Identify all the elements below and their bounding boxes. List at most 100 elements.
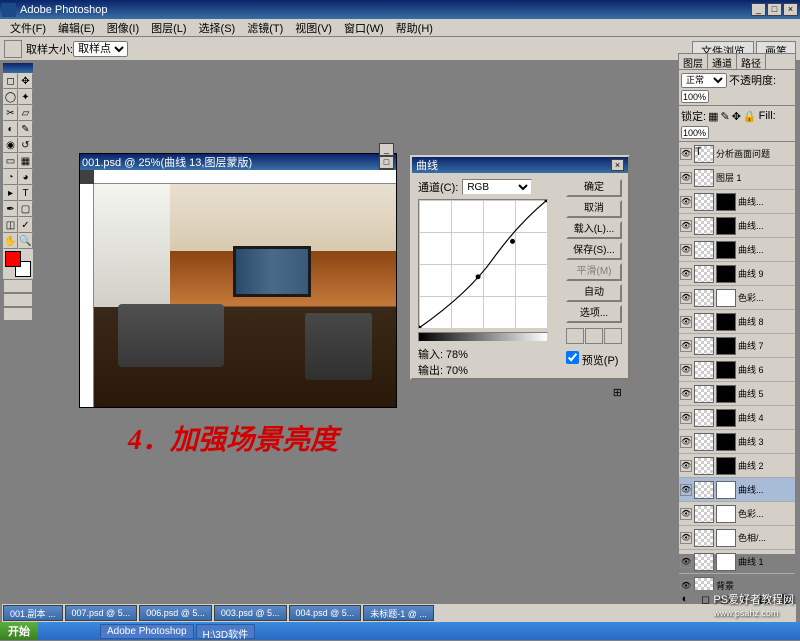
menu-select[interactable]: 选择(S) — [193, 20, 242, 35]
visibility-icon[interactable]: 👁 — [680, 412, 692, 424]
layer-row[interactable]: 👁T分析画面问题 — [679, 142, 795, 166]
menu-layer[interactable]: 图层(L) — [145, 20, 192, 35]
layer-name[interactable]: 色彩... — [738, 507, 794, 520]
visibility-icon[interactable]: 👁 — [680, 316, 692, 328]
layer-name[interactable]: 曲线 9 — [738, 267, 794, 280]
menu-window[interactable]: 窗口(W) — [338, 20, 390, 35]
layer-name[interactable]: 色彩... — [738, 291, 794, 304]
channel-select[interactable]: RGB — [462, 179, 532, 195]
lock-paint-icon[interactable]: ✎ — [720, 110, 729, 123]
mask-thumb[interactable] — [716, 217, 736, 235]
layer-row[interactable]: 👁 曲线 9 — [679, 262, 795, 286]
lasso-tool[interactable]: ◯ — [3, 89, 18, 105]
menu-filter[interactable]: 滤镜(T) — [241, 20, 289, 35]
eyedropper-tool[interactable]: ✓ — [18, 217, 33, 233]
notes-tool[interactable]: ◫ — [3, 217, 18, 233]
layer-row[interactable]: 👁曲线 5 — [679, 382, 795, 406]
layer-thumb[interactable] — [694, 337, 714, 355]
doc-tab[interactable]: 007.psd @ 5... — [65, 605, 138, 621]
heal-tool[interactable]: ◐ — [3, 121, 18, 137]
ruler-vertical[interactable] — [80, 184, 94, 407]
maximize-button[interactable]: □ — [767, 3, 782, 16]
layer-row[interactable]: 👁曲线 2 — [679, 454, 795, 478]
layer-row[interactable]: 👁曲线 3 — [679, 430, 795, 454]
blur-tool[interactable]: ◔ — [3, 169, 18, 185]
layer-name[interactable]: 曲线 7 — [738, 339, 794, 352]
layer-name[interactable]: 曲线 5 — [738, 387, 794, 400]
slice-tool[interactable]: ▱ — [18, 105, 33, 121]
visibility-icon[interactable]: 👁 — [680, 268, 692, 280]
document-titlebar[interactable]: 001.psd @ 25%(曲线 13,图层蒙版) _□× — [80, 154, 396, 170]
mask-thumb[interactable] — [716, 409, 736, 427]
layer-list[interactable]: 👁T分析画面问题👁图层 1👁曲线...👁曲线...👁曲线...👁曲线 9👁色彩.… — [679, 142, 795, 590]
doc-maximize[interactable]: □ — [379, 156, 394, 169]
layer-name[interactable]: 曲线 4 — [738, 411, 794, 424]
menu-help[interactable]: 帮助(H) — [390, 20, 439, 35]
layer-thumb[interactable] — [694, 457, 714, 475]
close-button[interactable]: × — [783, 3, 798, 16]
zoom-tool[interactable]: 🔍 — [18, 233, 33, 249]
layer-name[interactable]: 背景 — [716, 579, 794, 590]
doc-minimize[interactable]: _ — [379, 143, 394, 156]
eyedropper-icon[interactable] — [4, 40, 22, 58]
mask-thumb[interactable] — [716, 337, 736, 355]
load-button[interactable]: 载入(L)... — [566, 221, 622, 239]
layer-row[interactable]: 👁曲线... — [679, 478, 795, 502]
menu-file[interactable]: 文件(F) — [4, 20, 52, 35]
visibility-icon[interactable]: 👁 — [680, 172, 692, 184]
visibility-icon[interactable]: 👁 — [680, 148, 692, 160]
layer-thumb[interactable] — [694, 313, 714, 331]
layer-row[interactable]: 👁 曲线... — [679, 190, 795, 214]
toolbox-header[interactable] — [3, 63, 33, 73]
gray-point-icon[interactable] — [585, 328, 603, 344]
visibility-icon[interactable]: 👁 — [680, 220, 692, 232]
start-button[interactable]: 开始 — [0, 622, 38, 640]
curves-titlebar[interactable]: 曲线 × — [412, 157, 628, 173]
tab-layers[interactable]: 图层 — [679, 54, 708, 69]
layer-name[interactable]: 色相/... — [738, 531, 794, 544]
layer-thumb[interactable] — [694, 577, 714, 591]
layer-row[interactable]: 👁 色彩... — [679, 286, 795, 310]
input-gradient[interactable] — [418, 332, 548, 342]
doc-tab[interactable]: 003.psd @ 5... — [214, 605, 287, 621]
minimize-button[interactable]: _ — [751, 3, 766, 16]
layer-name[interactable]: 分析画面问题 — [716, 147, 794, 160]
layer-thumb[interactable] — [694, 265, 714, 283]
visibility-icon[interactable]: 👁 — [680, 484, 692, 496]
menu-image[interactable]: 图像(I) — [101, 20, 145, 35]
mask-thumb[interactable] — [716, 553, 736, 571]
options-button[interactable]: 选项... — [566, 305, 622, 323]
lock-all-icon[interactable]: 🔒 — [743, 110, 757, 123]
mask-thumb[interactable] — [716, 505, 736, 523]
screen-mode[interactable] — [3, 293, 33, 307]
mask-thumb[interactable] — [716, 385, 736, 403]
layer-name[interactable]: 曲线 2 — [738, 459, 794, 472]
lock-transparency-icon[interactable]: ▦ — [708, 110, 718, 123]
history-brush-tool[interactable]: ↺ — [18, 137, 33, 153]
visibility-icon[interactable]: 👁 — [680, 196, 692, 208]
mask-thumb[interactable] — [716, 361, 736, 379]
layer-name[interactable]: 曲线... — [738, 195, 794, 208]
layer-row[interactable]: 👁曲线 7 — [679, 334, 795, 358]
hand-tool[interactable]: ✋ — [3, 233, 18, 249]
visibility-icon[interactable]: 👁 — [680, 292, 692, 304]
visibility-icon[interactable]: 👁 — [680, 508, 692, 520]
blend-mode-select[interactable]: 正常 — [681, 73, 727, 88]
tab-channels[interactable]: 通道 — [708, 54, 737, 69]
marquee-tool[interactable]: ◻ — [3, 73, 18, 89]
layer-thumb[interactable] — [694, 409, 714, 427]
mask-thumb[interactable] — [716, 289, 736, 307]
mask-thumb[interactable] — [716, 241, 736, 259]
layer-row[interactable]: 👁曲线 1 — [679, 550, 795, 574]
shape-tool[interactable]: ▢ — [18, 201, 33, 217]
layer-name[interactable]: 曲线... — [738, 243, 794, 256]
move-tool[interactable]: ✥ — [18, 73, 33, 89]
layer-name[interactable]: 曲线... — [738, 219, 794, 232]
layer-thumb[interactable] — [694, 481, 714, 499]
layer-row[interactable]: 👁色相/... — [679, 526, 795, 550]
fill-input[interactable] — [681, 126, 709, 139]
path-tool[interactable]: ▸ — [3, 185, 18, 201]
layer-thumb[interactable] — [694, 385, 714, 403]
visibility-icon[interactable]: 👁 — [680, 244, 692, 256]
layer-name[interactable]: 图层 1 — [716, 171, 794, 184]
